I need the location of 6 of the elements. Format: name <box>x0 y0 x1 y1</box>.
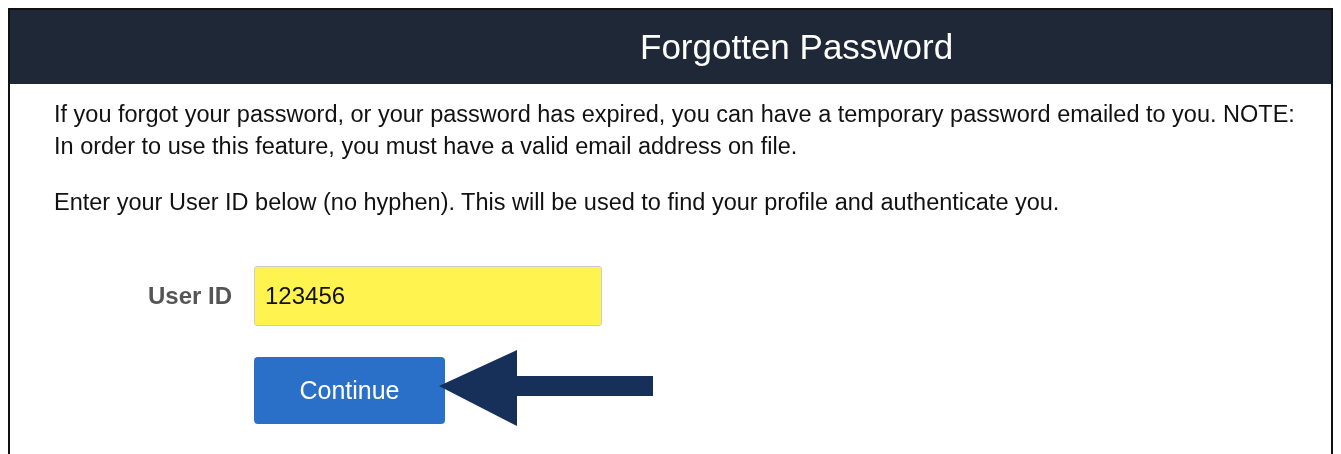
field-label: User ID <box>146 282 233 310</box>
instruction-text: If you forgot your password, or your password has expired, you can have a temporary password emailed to you. NOTE: In order to use this feature, you must have a valid email address on file. <box>54 100 1296 161</box>
page-title: Forgotten Password <box>640 27 954 67</box>
continue-button[interactable]: Continue <box>254 356 445 424</box>
input-field[interactable]: 123456 <box>254 266 602 326</box>
instruction-text: Enter your User ID below (no hyphen). This will be used to find your profile and authenticate you. <box>54 188 1061 217</box>
